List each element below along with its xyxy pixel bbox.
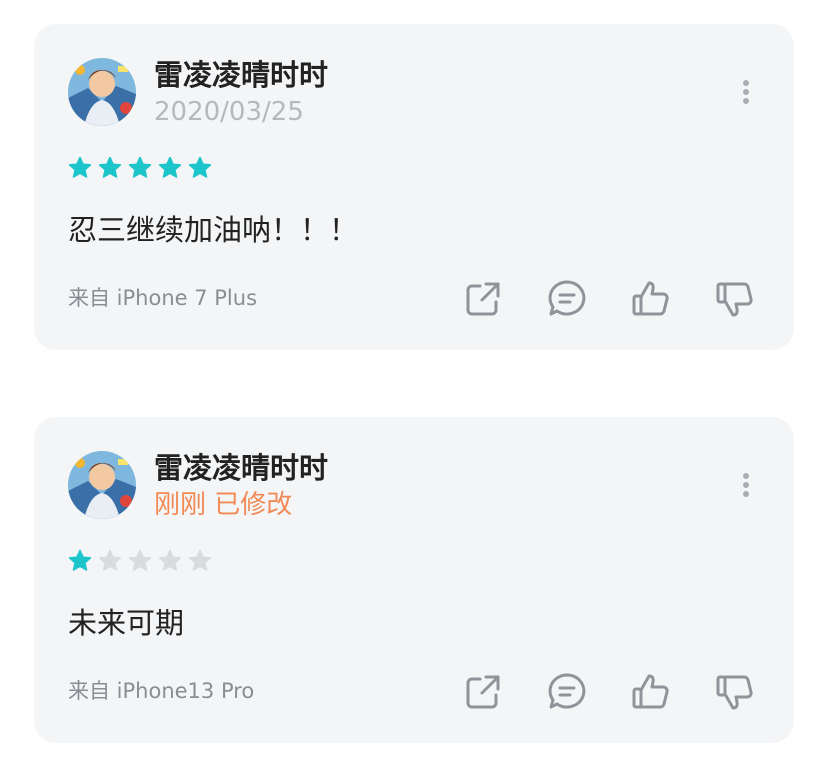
review-card: 雷凌凌晴时时 刚刚 已修改 未来可期 来自 iPhone13 Pro [34,417,794,743]
star-filled-icon [188,156,212,178]
avatar[interactable] [68,58,136,126]
star-empty-icon [188,549,212,571]
star-filled-icon [68,549,92,571]
rating-stars [68,156,212,184]
share-icon[interactable] [462,671,504,713]
avatar[interactable] [68,451,136,519]
review-text: 忍三继续加油呐！！！ [68,213,359,247]
author-name[interactable]: 雷凌凌晴时时 [154,56,328,94]
thumbs-up-icon[interactable] [630,278,672,320]
more-vertical-icon[interactable] [742,80,750,106]
review-actions [462,671,756,713]
star-filled-icon [158,156,182,178]
review-date: 2020/03/25 [154,97,304,127]
thumbs-down-icon[interactable] [714,671,756,713]
device-label: 来自 iPhone13 Pro [68,679,255,703]
thumbs-down-icon[interactable] [714,278,756,320]
review-actions [462,278,756,320]
star-empty-icon [98,549,122,571]
comment-icon[interactable] [546,671,588,713]
star-filled-icon [68,156,92,178]
review-card: 雷凌凌晴时时 2020/03/25 忍三继续加油呐！！！ 来自 iPhone 7… [34,24,794,350]
review-text: 未来可期 [68,606,185,640]
share-icon[interactable] [462,278,504,320]
device-label: 来自 iPhone 7 Plus [68,286,258,310]
star-empty-icon [158,549,182,571]
more-vertical-icon[interactable] [742,473,750,499]
comment-icon[interactable] [546,278,588,320]
author-name[interactable]: 雷凌凌晴时时 [154,449,328,487]
rating-stars [68,549,212,577]
review-status: 刚刚 已修改 [154,490,293,520]
star-filled-icon [98,156,122,178]
star-empty-icon [128,549,152,571]
thumbs-up-icon[interactable] [630,671,672,713]
star-filled-icon [128,156,152,178]
